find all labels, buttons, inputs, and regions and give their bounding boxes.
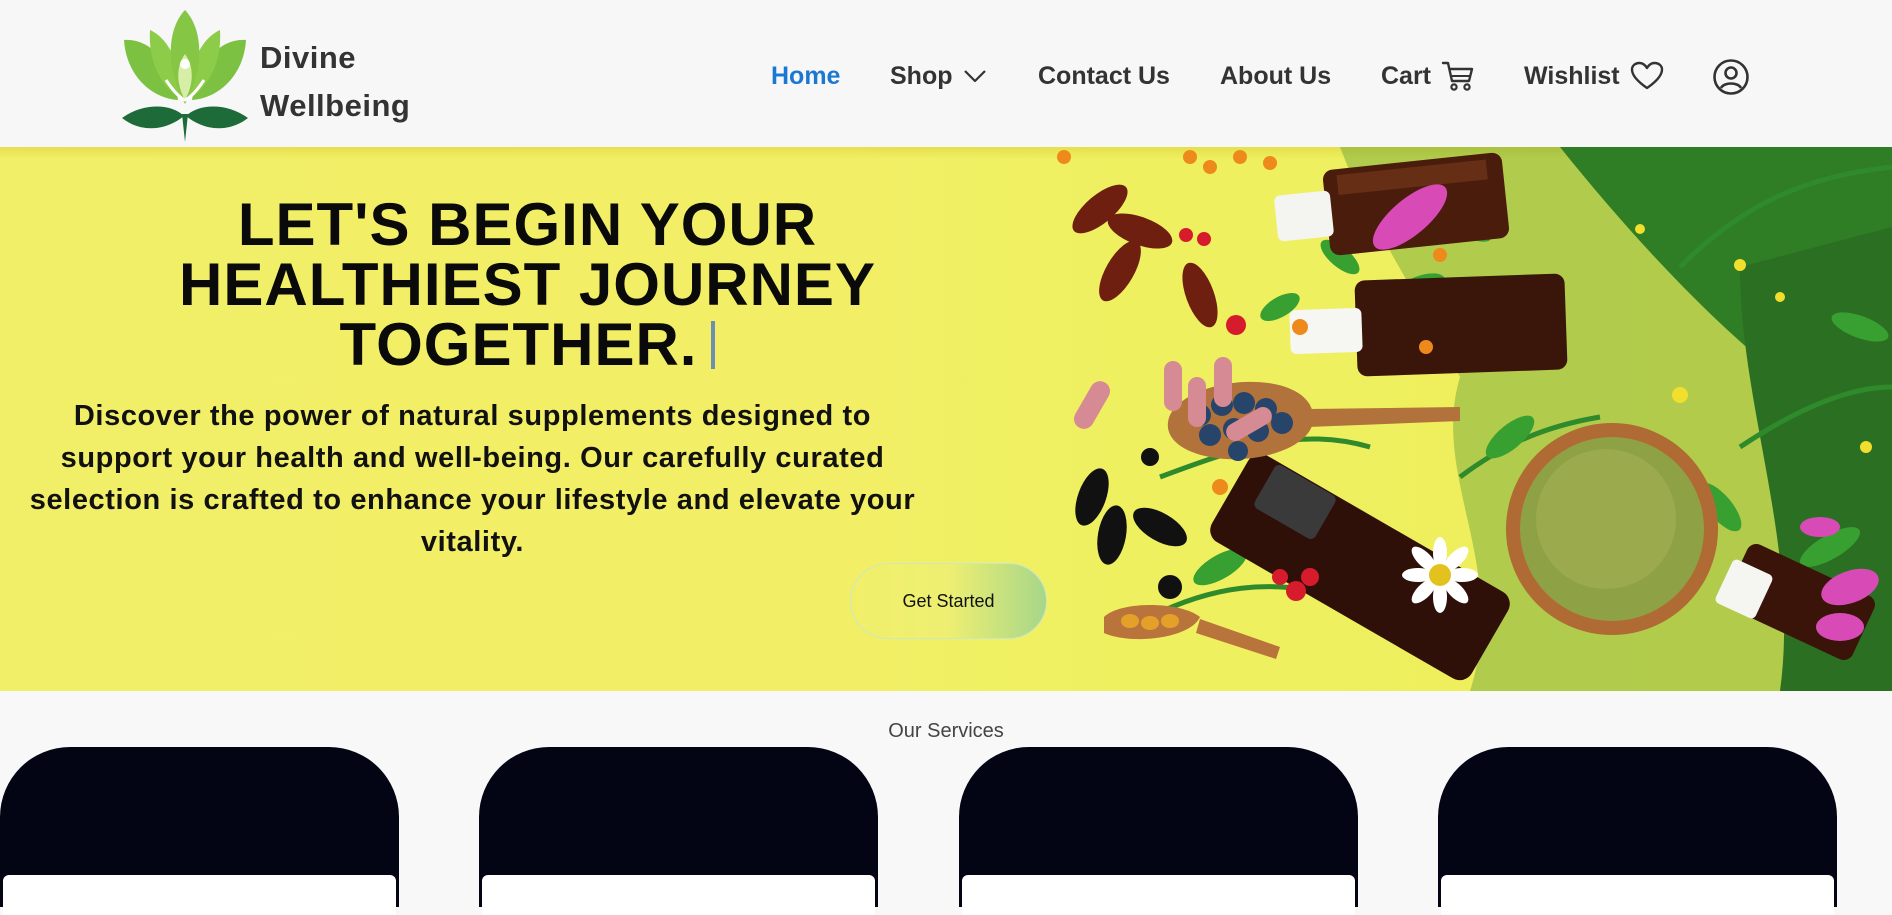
- site-header: Divine Wellbeing Home Shop Contact Us Ab…: [0, 0, 1892, 147]
- nav-wishlist[interactable]: Wishlist: [1524, 52, 1664, 100]
- hero-description-line3: selection is crafted to enhance your lif…: [29, 484, 916, 516]
- get-started-button[interactable]: Get Started: [850, 563, 1047, 639]
- service-card-body: [962, 875, 1355, 915]
- hero-title-line3-text: TOGETHER.: [339, 311, 698, 378]
- nav-shop[interactable]: Shop: [890, 52, 987, 100]
- hero-title-line2: HEALTHIEST JOURNEY: [179, 251, 876, 318]
- hero-description-line2: support your health and well-being. Our …: [60, 442, 885, 474]
- service-card-body: [482, 875, 875, 915]
- nav-contact-us[interactable]: Contact Us: [1038, 52, 1170, 100]
- hero-description: Discover the power of natural supplement…: [0, 395, 945, 563]
- nav-cart[interactable]: Cart: [1381, 52, 1475, 100]
- nav-shop-label: Shop: [890, 61, 953, 90]
- service-card-body: [1441, 875, 1834, 915]
- brand-name-line2: Wellbeing: [260, 88, 411, 123]
- nav-home[interactable]: Home: [771, 52, 840, 100]
- nav-contact-us-label: Contact Us: [1038, 61, 1170, 90]
- hero-banner: LET'S BEGIN YOUR HEALTHIEST JOURNEY TOGE…: [0, 147, 1892, 691]
- nav-cart-label: Cart: [1381, 61, 1432, 90]
- get-started-label: Get Started: [902, 590, 995, 611]
- nav-about-us[interactable]: About Us: [1220, 52, 1331, 100]
- service-card[interactable]: [1438, 747, 1837, 915]
- service-card[interactable]: [479, 747, 878, 915]
- hero-title-line1: LET'S BEGIN YOUR: [237, 191, 818, 258]
- service-card[interactable]: [0, 747, 399, 915]
- nav-home-label: Home: [771, 61, 841, 90]
- supplements-herbs-image: [1057, 147, 1892, 691]
- heart-icon: [1630, 61, 1663, 90]
- chevron-down-icon: [963, 70, 986, 83]
- nav-wishlist-label: Wishlist: [1524, 61, 1620, 90]
- nav-about-us-label: About Us: [1220, 61, 1332, 90]
- hero-title-line3: TOGETHER.: [100, 315, 955, 375]
- brand-name[interactable]: Divine Wellbeing: [260, 34, 410, 130]
- lotus-leaf-logo-icon[interactable]: [120, 8, 250, 142]
- hero-description-line4: vitality.: [420, 526, 525, 558]
- service-card-body: [3, 875, 396, 915]
- service-card[interactable]: [959, 747, 1358, 915]
- brand-name-line1: Divine: [260, 40, 357, 75]
- text-cursor: [711, 321, 716, 369]
- hero-description-line1: Discover the power of natural supplement…: [73, 400, 872, 432]
- services-section-title: Our Services: [888, 720, 1004, 742]
- user-circle-icon[interactable]: [1712, 58, 1750, 96]
- hero-title: LET'S BEGIN YOUR HEALTHIEST JOURNEY TOGE…: [100, 195, 955, 375]
- cart-icon: [1441, 61, 1474, 91]
